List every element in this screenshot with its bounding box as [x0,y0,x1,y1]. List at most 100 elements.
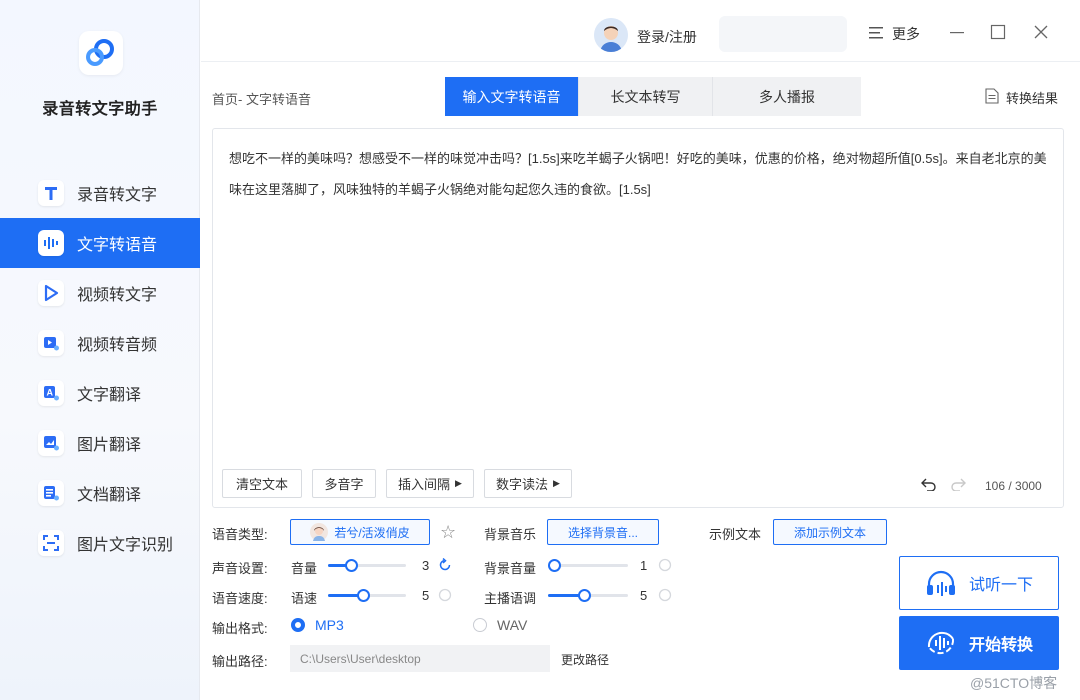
output-path-label: 输出路径: [212,654,268,669]
speed-slider[interactable] [328,588,406,602]
undo-icon[interactable] [921,477,937,494]
close-icon[interactable] [1031,22,1051,42]
redo-icon[interactable] [950,477,966,494]
title-bar: 登录/注册 更多 [201,0,1080,62]
sidebar-item-label: 录音转文字 [77,187,158,204]
pitch-slider-knob[interactable] [578,589,591,602]
refresh-icon[interactable] [438,588,452,602]
choose-bgm-button[interactable]: 选择背景音... [547,519,659,545]
preview-listen-button[interactable]: 试听一下 [899,556,1059,610]
sidebar-item-label: 文档翻译 [77,487,142,504]
voice-type-label: 语音类型: [212,527,268,542]
number-reading-label: 数字读法 [496,477,549,492]
sidebar-item-audio-to-text[interactable]: 录音转文字 [0,168,200,218]
clear-text-button[interactable]: 清空文本 [222,469,302,498]
speed-label: 语速 [291,591,318,606]
polyphone-button[interactable]: 多音字 [312,469,376,498]
pitch-value: 5 [640,588,648,603]
tab-multi-speaker[interactable]: 多人播报 [713,77,861,116]
menu-icon [869,26,885,43]
output-format-label: 输出格式: [212,621,268,636]
sidebar-item-label: 图片翻译 [77,437,142,454]
soundwave-circle-icon [925,627,957,659]
tab-long-text[interactable]: 长文本转写 [579,77,713,116]
minimize-icon[interactable] [947,22,967,42]
editor-text[interactable]: 想吃不一样的美味吗？想感受不一样的味觉冲击吗？[1.5s]来吃羊蝎子火锅吧！好吃… [229,143,1049,205]
login-link[interactable]: 登录/注册 [637,27,697,47]
scan-icon [38,530,64,556]
sidebar-item-ocr[interactable]: 图片文字识别 [0,518,200,568]
sidebar-item-image-translate[interactable]: 图片翻译 [0,418,200,468]
voice-select-button[interactable]: 若兮/活泼俏皮 [290,519,430,545]
voice-avatar-icon [310,523,329,541]
speed-settings-label: 语音速度: [212,591,268,606]
mode-tabs: 输入文字转语音 长文本转写 多人播报 [445,77,861,116]
start-convert-button[interactable]: 开始转换 [899,616,1059,670]
pitch-slider[interactable] [548,588,628,602]
sidebar: 录音转文字助手 录音转文字 文字转语音 视频转文字 视频转音频 A 文字翻译 图… [0,0,200,700]
sample-text-label: 示例文本 [709,527,762,542]
add-sample-text-button[interactable]: 添加示例文本 [773,519,887,545]
video-play-icon [38,280,64,306]
wav-label: WAV [497,617,528,633]
sidebar-item-text-translate[interactable]: A 文字翻译 [0,368,200,418]
speed-value: 5 [422,588,430,603]
refresh-icon[interactable] [658,558,672,572]
sidebar-item-label: 文字转语音 [77,237,158,254]
sound-settings-label: 声音设置: [212,561,268,576]
output-path-input[interactable] [290,645,550,672]
sidebar-item-video-to-audio[interactable]: 视频转音频 [0,318,200,368]
avatar[interactable] [594,18,628,52]
sidebar-item-video-to-text[interactable]: 视频转文字 [0,268,200,318]
bgm-volume-slider-knob[interactable] [548,559,561,572]
headphones-icon [925,569,957,597]
bgm-label: 背景音乐 [484,527,537,542]
sidebar-nav: 录音转文字 文字转语音 视频转文字 视频转音频 A 文字翻译 图片翻译 文档翻译… [0,168,200,568]
insert-pause-label: 插入间隔 [398,477,451,492]
doc-translate-icon [38,480,64,506]
sidebar-item-label: 视频转音频 [77,337,158,354]
bgm-volume-slider[interactable] [548,558,628,572]
tab-input-text[interactable]: 输入文字转语音 [445,77,579,116]
bgm-volume-value: 1 [640,558,648,573]
breadcrumb: 首页- 文字转语音 [212,92,311,107]
start-convert-label: 开始转换 [968,637,1033,654]
header-placeholder [719,16,847,52]
refresh-icon[interactable] [658,588,672,602]
volume-slider-knob[interactable] [345,559,359,572]
sidebar-item-label: 视频转文字 [77,287,158,304]
pitch-label: 主播语调 [484,591,537,606]
app-logo-icon [79,31,123,75]
text-editor[interactable]: 想吃不一样的美味吗？想感受不一样的味觉冲击吗？[1.5s]来吃羊蝎子火锅吧！好吃… [212,128,1064,508]
preview-listen-label: 试听一下 [968,577,1033,594]
sidebar-item-text-to-speech[interactable]: 文字转语音 [0,218,200,268]
text-translate-icon: A [38,380,64,406]
caret-right-icon: ▶ [455,478,462,488]
mp3-label: MP3 [315,617,344,633]
conversion-result-link[interactable]: 转换结果 [985,88,1058,107]
video-audio-icon [38,330,64,356]
insert-pause-button[interactable]: 插入间隔 ▶ [386,469,474,498]
volume-slider[interactable] [328,558,406,572]
more-menu-button[interactable]: 更多 [869,24,920,44]
star-icon[interactable]: ☆ [440,522,456,543]
mp3-radio[interactable] [291,618,305,632]
sidebar-item-label: 文字翻译 [77,387,142,404]
sidebar-item-label: 图片文字识别 [77,537,174,554]
soundwave-icon [38,230,64,256]
text-t-icon [38,180,64,206]
app-name: 录音转文字助手 [42,101,158,118]
more-label: 更多 [892,26,920,42]
caret-right-icon: ▶ [553,478,560,488]
maximize-icon[interactable] [988,22,1008,42]
voice-name: 若兮/活泼俏皮 [334,525,410,540]
svg-text:A: A [47,388,54,398]
change-path-link[interactable]: 更改路径 [561,651,609,668]
wav-radio[interactable] [473,618,487,632]
sidebar-item-doc-translate[interactable]: 文档翻译 [0,468,200,518]
number-reading-button[interactable]: 数字读法 ▶ [484,469,572,498]
speed-slider-knob[interactable] [357,589,371,602]
document-icon [985,88,999,107]
watermark: @51CTO博客 [970,675,1058,691]
refresh-icon[interactable] [438,557,451,571]
